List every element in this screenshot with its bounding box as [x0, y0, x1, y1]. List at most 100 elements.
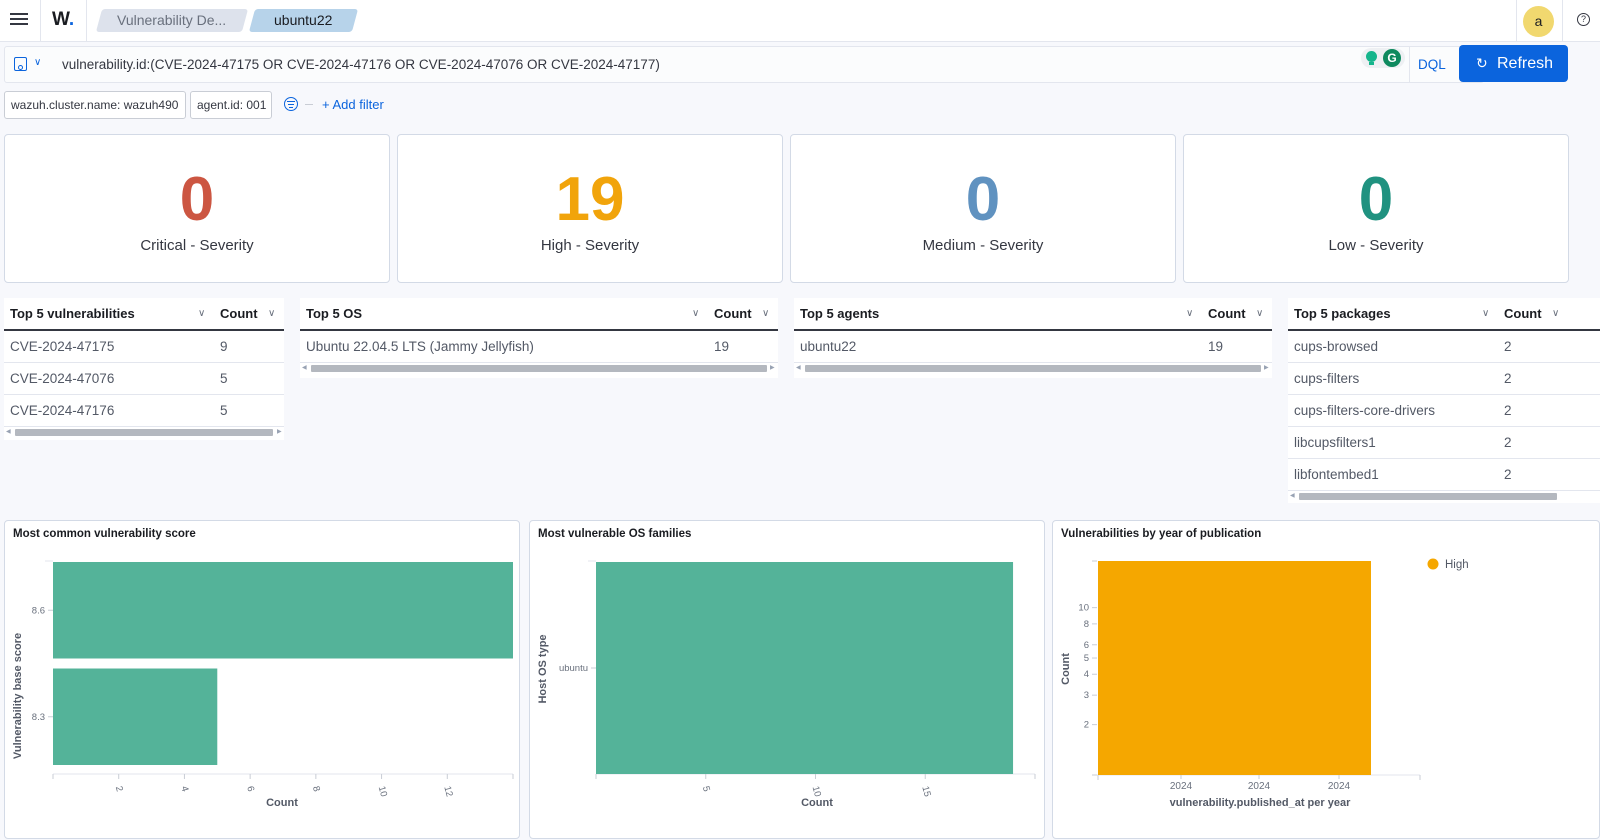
chevron-down-icon[interactable]: ∨ — [34, 57, 41, 68]
scroll-left-icon[interactable]: ◀ — [6, 428, 11, 435]
filter-menu-icon[interactable] — [284, 97, 298, 111]
sort-chevron-icon[interactable]: ∨ — [198, 298, 205, 330]
bar-ubuntu — [596, 562, 1014, 774]
column-header-name[interactable]: Top 5 vulnerabilities — [10, 298, 135, 330]
table-row: CVE-2024-47175 9 — [4, 331, 284, 363]
cell-name[interactable]: CVE-2024-47175 — [10, 331, 114, 362]
sort-chevron-icon[interactable]: ∨ — [268, 298, 275, 330]
x-tick-label: 2024 — [1328, 781, 1351, 792]
query-language-button[interactable]: DQL — [1418, 57, 1446, 72]
y-tick-label: 2 — [1084, 720, 1089, 731]
refresh-icon: ↻ — [1476, 55, 1488, 71]
table-row: CVE-2024-47176 5 — [4, 395, 284, 427]
scroll-right-icon[interactable]: ▶ — [1264, 364, 1269, 371]
grammarly-icon[interactable]: G — [1383, 49, 1401, 67]
sort-chevron-icon[interactable]: ∨ — [692, 298, 699, 330]
cell-name[interactable]: Ubuntu 22.04.5 LTS (Jammy Jellyfish) — [306, 331, 534, 362]
cell-name[interactable]: libfontembed1 — [1294, 459, 1379, 490]
user-avatar[interactable]: a — [1523, 6, 1554, 37]
refresh-button[interactable]: ↻ Refresh — [1459, 45, 1568, 82]
x-axis-label: vulnerability.published_at per year — [1170, 797, 1351, 809]
filter-pill-agent[interactable]: agent.id: 001 — [190, 91, 272, 119]
horizontal-scrollbar[interactable] — [1299, 493, 1557, 500]
breadcrumb-ubuntu22[interactable]: ubuntu22 — [248, 9, 359, 32]
table-header: Top 5 OS ∨ Count ∨ — [300, 298, 778, 331]
legend-swatch-high[interactable] — [1427, 558, 1439, 570]
cell-name[interactable]: cups-filters-core-drivers — [1294, 395, 1435, 426]
divider — [1409, 47, 1410, 82]
y-tick-label: 8 — [1084, 619, 1089, 630]
column-header-name[interactable]: Top 5 packages — [1294, 298, 1391, 330]
sort-chevron-icon[interactable]: ∨ — [762, 298, 769, 330]
column-header-count[interactable]: Count — [1504, 298, 1542, 330]
column-header-name[interactable]: Top 5 agents — [800, 298, 879, 330]
add-filter-button[interactable]: + Add filter — [322, 97, 384, 112]
top-packages-table: Top 5 packages ∨ Count ∨ cups-browsed 2 … — [1288, 298, 1600, 503]
scroll-left-icon[interactable]: ◀ — [796, 364, 801, 371]
bar-2024 — [1098, 561, 1371, 775]
horizontal-scrollbar[interactable] — [15, 429, 273, 436]
x-tick-label: 12 — [441, 785, 454, 798]
table-row: cups-filters 2 — [1288, 363, 1600, 395]
cell-count: 5 — [220, 403, 228, 418]
metric-value: 19 — [555, 165, 625, 234]
query-input[interactable]: vulnerability.id:(CVE-2024-47175 OR CVE-… — [62, 57, 660, 72]
column-header-name[interactable]: Top 5 OS — [306, 298, 362, 330]
table-header: Top 5 vulnerabilities ∨ Count ∨ — [4, 298, 284, 331]
lightbulb-icon[interactable] — [1366, 51, 1377, 65]
breadcrumb-label: ubuntu22 — [274, 12, 333, 28]
menu-icon[interactable] — [8, 10, 30, 32]
refresh-label: Refresh — [1497, 55, 1554, 72]
table-row: CVE-2024-47076 5 — [4, 363, 284, 395]
table-row: cups-filters-core-drivers 2 — [1288, 395, 1600, 427]
sort-chevron-icon[interactable]: ∨ — [1256, 298, 1263, 330]
cell-name[interactable]: cups-browsed — [1294, 331, 1378, 362]
scroll-right-icon[interactable]: ▶ — [277, 428, 282, 435]
scroll-left-icon[interactable]: ◀ — [1290, 492, 1295, 499]
app-logo[interactable]: W. — [52, 9, 74, 31]
breadcrumb-vulnerability-detection[interactable]: Vulnerability De... — [95, 9, 249, 32]
logo-dot: . — [68, 9, 75, 30]
horizontal-scrollbar[interactable] — [311, 365, 767, 372]
x-tick-label: 6 — [244, 785, 256, 793]
scroll-right-icon[interactable]: ▶ — [770, 364, 775, 371]
table-row: ubuntu22 19 — [794, 331, 1272, 363]
table-header: Top 5 packages ∨ Count ∨ — [1288, 298, 1600, 331]
sort-chevron-icon[interactable]: ∨ — [1482, 298, 1489, 330]
column-header-count[interactable]: Count — [220, 298, 258, 330]
saved-query-icon[interactable] — [14, 57, 27, 71]
cell-count: 2 — [1504, 403, 1512, 418]
legend-label-high[interactable]: High — [1445, 559, 1469, 571]
cell-name[interactable]: cups-filters — [1294, 363, 1359, 394]
cell-count: 19 — [1208, 339, 1224, 354]
top-os-table: Top 5 OS ∨ Count ∨ Ubuntu 22.04.5 LTS (J… — [300, 298, 778, 378]
metric-label: Medium - Severity — [922, 237, 1044, 254]
divider — [1562, 0, 1563, 42]
cell-name[interactable]: ubuntu22 — [800, 331, 856, 362]
column-header-count[interactable]: Count — [714, 298, 752, 330]
sort-chevron-icon[interactable]: ∨ — [1186, 298, 1193, 330]
y-axis-label: Count — [1060, 653, 1072, 685]
logo-text: W — [52, 9, 69, 30]
cell-count: 2 — [1504, 467, 1512, 482]
column-header-count[interactable]: Count — [1208, 298, 1246, 330]
cell-name[interactable]: CVE-2024-47176 — [10, 395, 114, 426]
filter-pill-cluster[interactable]: wazuh.cluster.name: wazuh490 — [4, 91, 186, 119]
x-axis-label: Count — [266, 797, 298, 809]
divider — [1516, 0, 1517, 42]
table-row: cups-browsed 2 — [1288, 331, 1600, 363]
cell-name[interactable]: libcupsfilters1 — [1294, 427, 1376, 458]
horizontal-scrollbar[interactable] — [805, 365, 1261, 372]
cell-count: 9 — [220, 339, 228, 354]
bar-8.6 — [53, 562, 513, 659]
x-tick-label: 2024 — [1170, 781, 1193, 792]
metric-high: 19 High - Severity — [397, 134, 783, 283]
cell-name[interactable]: CVE-2024-47076 — [10, 363, 114, 394]
help-icon[interactable]: ? — [1577, 13, 1590, 26]
scroll-left-icon[interactable]: ◀ — [302, 364, 307, 371]
cell-count: 2 — [1504, 339, 1512, 354]
metric-value: 0 — [965, 165, 1001, 234]
table-row: libcupsfilters1 2 — [1288, 427, 1600, 459]
table-header: Top 5 agents ∨ Count ∨ — [794, 298, 1272, 331]
sort-chevron-icon[interactable]: ∨ — [1552, 298, 1559, 330]
